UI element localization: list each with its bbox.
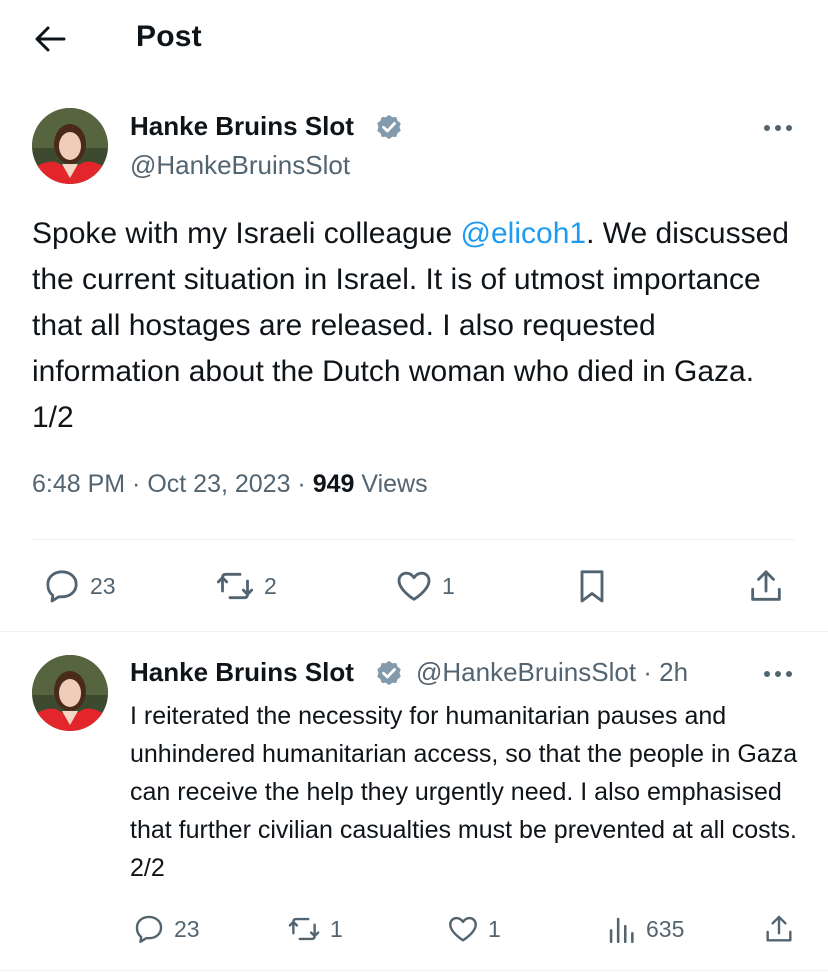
arrow-left-icon [35,26,66,52]
verified-badge-icon [377,660,401,686]
more-horizontal-icon [764,671,792,677]
comment-icon [135,915,163,943]
avatar[interactable] [32,108,108,184]
post-metadata: 6:48 PM · Oct 23, 2023 · 949 Views [32,470,428,498]
reply-like-count: 1 [488,915,501,942]
top-bar: Post [0,0,828,78]
back-button[interactable] [30,20,70,58]
reply-reply-button[interactable]: 23 [132,912,200,946]
reply-post-text: I reiterated the necessity for humanitar… [130,702,798,882]
more-options-button[interactable] [760,118,796,138]
reply-handle-line: @HankeBruinsSlot · 2h [416,657,689,687]
post-time[interactable]: 6:48 PM [32,470,125,498]
divider [0,631,828,632]
author-name[interactable]: Hanke Bruins Slot [130,111,354,142]
reply-count: 23 [90,572,116,599]
share-icon [751,570,781,601]
author-handle[interactable]: @HankeBruinsSlot [130,150,350,181]
reply-repost-button[interactable]: 1 [286,912,343,946]
reply-age[interactable]: 2h [659,657,688,687]
repost-button[interactable]: 2 [214,566,277,606]
comment-icon [46,570,78,603]
repost-icon [288,917,320,941]
bookmark-icon [580,570,604,603]
like-count: 1 [442,572,455,599]
share-icon [766,915,792,942]
divider [0,970,828,971]
reply-views-button[interactable]: 635 [604,912,684,946]
like-button[interactable]: 1 [394,566,455,606]
more-horizontal-icon [764,125,792,131]
mention-link[interactable]: @elicoh1 [461,217,587,250]
reply-like-button[interactable]: 1 [446,912,501,946]
post-text-start: Spoke with my Israeli colleague [32,217,461,250]
avatar[interactable] [32,655,108,731]
reply-author-handle[interactable]: @HankeBruinsSlot [416,657,636,687]
post-date[interactable]: Oct 23, 2023 [147,470,290,498]
reply-share-button[interactable] [762,912,796,946]
reply-repost-count: 1 [330,915,343,942]
reply-reply-count: 23 [174,915,200,942]
reply-views-count: 635 [646,915,685,942]
post-text: Spoke with my Israeli colleague @elicoh1… [32,211,802,441]
page-title: Post [136,20,202,53]
reply-button[interactable]: 23 [42,566,116,606]
divider [32,539,796,540]
share-button[interactable] [746,566,786,606]
views-chart-icon [609,917,634,944]
bookmark-button[interactable] [572,566,612,606]
reply-more-options-button[interactable] [760,664,796,684]
heart-icon [397,571,431,601]
verified-badge-icon [377,114,401,140]
heart-icon [449,916,477,942]
repost-icon [216,572,254,600]
views-count: 949 [312,470,355,498]
views-label: Views [361,470,428,498]
repost-count: 2 [264,572,277,599]
reply-author-name[interactable]: Hanke Bruins Slot [130,657,354,688]
